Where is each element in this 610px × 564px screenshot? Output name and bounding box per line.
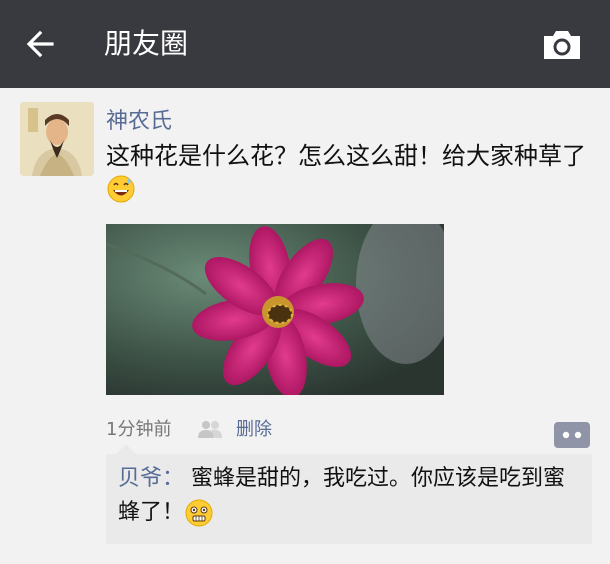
moments-feed: 神农氏 这种花是什么花？怎么这么甜！给大家种草了 1分钟前 删除 贝爷： 蜜蜂是… xyxy=(0,88,610,564)
top-bar: 朋友圈 xyxy=(0,0,610,88)
comment-list: 贝爷： 蜜蜂是甜的，我吃过。你应该是吃到蜜蜂了！ xyxy=(106,454,592,544)
page-title: 朋友圈 xyxy=(104,27,189,60)
more-dots-icon xyxy=(562,431,582,439)
post-text-content: 这种花是什么花？怎么这么甜！给大家种草了 xyxy=(106,142,586,170)
delete-link[interactable]: 删除 xyxy=(236,416,272,444)
post-username[interactable]: 神农氏 xyxy=(106,108,172,136)
camera-icon[interactable] xyxy=(540,28,584,62)
friends-icon xyxy=(198,421,222,438)
comment-author[interactable]: 贝爷： xyxy=(118,466,184,491)
post-photo[interactable] xyxy=(106,224,444,395)
post-text: 这种花是什么花？怎么这么甜！给大家种草了 xyxy=(106,140,596,204)
comment-box-arrow xyxy=(116,444,136,454)
comment-action-button[interactable] xyxy=(554,422,590,448)
post-time: 1分钟前 xyxy=(106,419,172,440)
avatar-illustration xyxy=(20,102,94,176)
avatar[interactable] xyxy=(20,102,94,176)
grinning-sweat-emoji-icon xyxy=(107,175,135,203)
pink-flower-with-bee-image xyxy=(106,224,444,395)
grimace-emoji-icon xyxy=(185,499,213,527)
back-arrow-icon[interactable] xyxy=(22,26,58,62)
comment-item[interactable]: 贝爷： 蜜蜂是甜的，我吃过。你应该是吃到蜜蜂了！ xyxy=(118,462,586,530)
